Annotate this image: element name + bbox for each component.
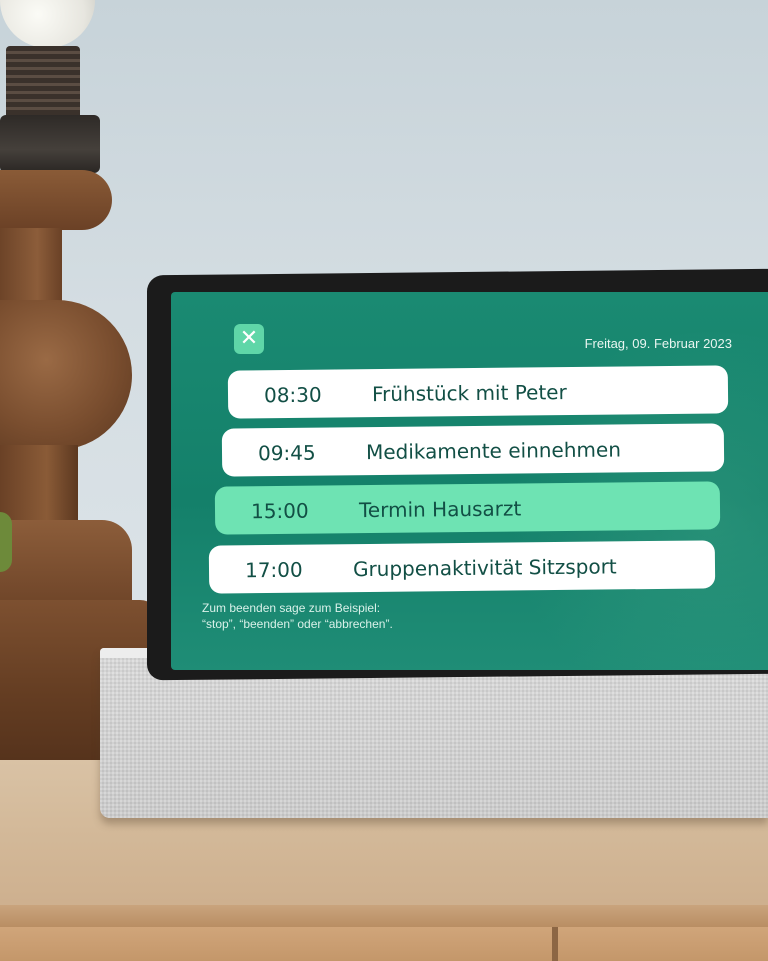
schedule-time: 15:00 [250,498,309,524]
voice-hint-line: Zum beenden sage zum Beispiel: [202,601,381,615]
voice-hint-line: “stop”, “beenden” oder “abbrechen”. [202,617,393,631]
schedule-time: 17:00 [244,557,303,583]
voice-hint: Zum beenden sage zum Beispiel: “stop”, “… [202,600,393,632]
schedule-time: 08:30 [263,382,322,408]
close-button[interactable]: ✕ [234,324,264,354]
lamp-socket-collar [0,115,100,173]
plant-leaf [0,512,12,572]
display-screen: ✕ Freitag, 09. Februar 2023 08:30 Frühst… [171,292,768,670]
schedule-label: Frühstück mit Peter [371,380,567,407]
schedule-time: 09:45 [257,440,316,466]
schedule-label: Medikamente einnehmen [365,437,622,465]
lamp-body-top [0,170,112,230]
lamp-body-waist [0,445,78,525]
schedule-row[interactable]: 08:30 Frühstück mit Peter [227,365,729,419]
lamp-socket [6,46,80,120]
schedule-row[interactable]: 17:00 Gruppenaktivität Sitzsport [208,540,716,594]
lamp-body-neck [0,228,62,308]
schedule-label: Gruppenaktivität Sitzsport [352,554,617,582]
close-icon: ✕ [239,326,259,351]
desk-drawer-gap [552,927,558,961]
schedule-label: Termin Hausarzt [358,496,522,523]
schedule-row-highlighted[interactable]: 15:00 Termin Hausarzt [214,481,721,535]
desk-front [0,927,768,961]
date-label: Freitag, 09. Februar 2023 [584,336,732,351]
desk-edge [0,905,768,927]
schedule-row[interactable]: 09:45 Medikamente einnehmen [221,423,725,477]
